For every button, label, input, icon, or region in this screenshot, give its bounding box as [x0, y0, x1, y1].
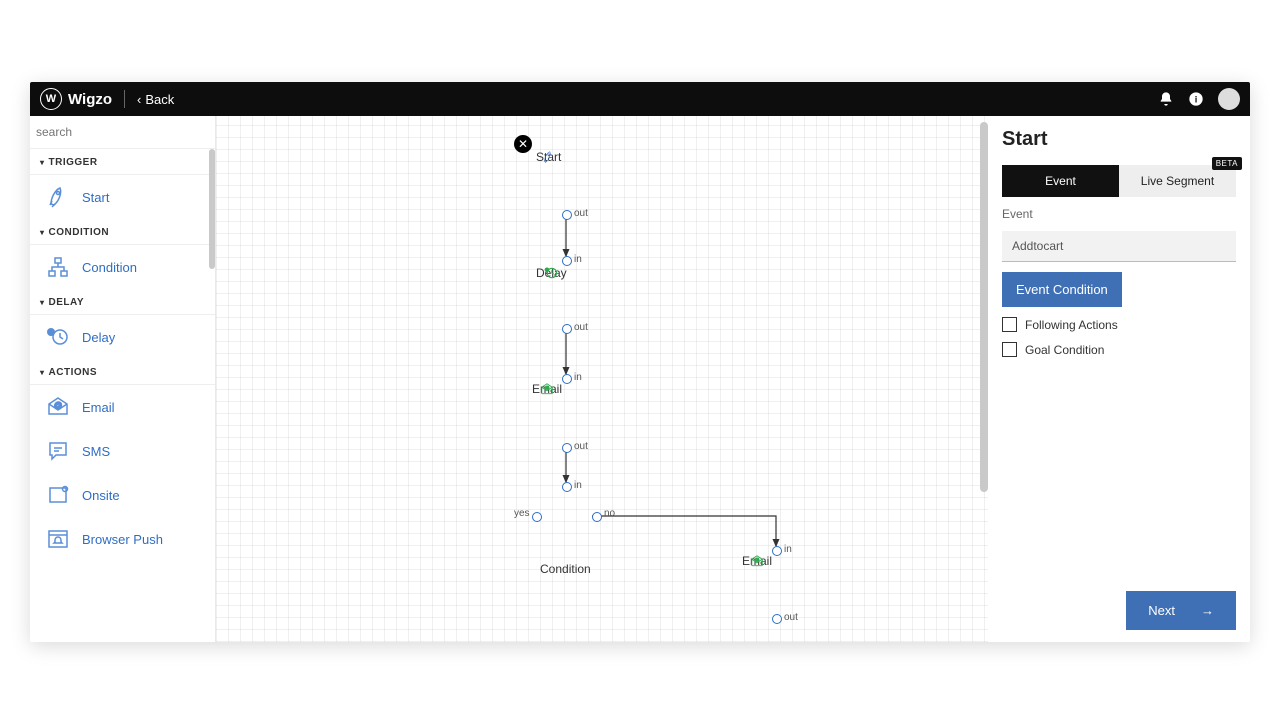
clock-alert-icon: !: [46, 325, 70, 349]
palette-onsite-label: Onsite: [82, 488, 120, 503]
following-actions-checkbox[interactable]: Following Actions: [1002, 317, 1236, 332]
next-label: Next: [1148, 603, 1175, 618]
canvas-close-button[interactable]: ✕: [514, 135, 532, 153]
palette-sms-label: SMS: [82, 444, 110, 459]
port-delay-in-label: in: [574, 254, 582, 265]
section-condition[interactable]: CONDITION: [30, 219, 215, 245]
panel-title: Start: [1002, 128, 1236, 151]
sms-icon: [46, 439, 70, 463]
svg-text:i: i: [1195, 94, 1198, 104]
port-condition-yes-label: yes: [514, 508, 530, 519]
arrow-right-icon: →: [1201, 603, 1214, 618]
properties-panel: Start Event Live Segment BETA Event Addt…: [988, 116, 1250, 642]
bell-icon: [1158, 91, 1174, 107]
port-delay-out-label: out: [574, 322, 588, 333]
port-delay-out[interactable]: [562, 324, 572, 334]
chevron-left-icon: ‹: [137, 92, 141, 107]
info-button[interactable]: i: [1188, 91, 1204, 107]
palette-delay[interactable]: ! Delay: [30, 315, 215, 359]
node-delay-label: Delay: [536, 266, 567, 280]
search-input[interactable]: [30, 116, 215, 149]
palette-sidebar: TRIGGER Start CONDITION Condition: [30, 116, 216, 642]
avatar[interactable]: [1218, 88, 1240, 110]
checkbox-icon: [1002, 342, 1017, 357]
palette-condition[interactable]: Condition: [30, 245, 215, 289]
port-condition-no-label: no: [604, 508, 615, 519]
next-button[interactable]: Next →: [1126, 591, 1236, 630]
node-start-label: Start: [536, 150, 561, 164]
panel-tabs: Event Live Segment BETA: [1002, 165, 1236, 197]
info-icon: i: [1188, 91, 1204, 107]
port-email1-in[interactable]: [562, 374, 572, 384]
port-email1-in-label: in: [574, 372, 582, 383]
node-start[interactable]: Start: [536, 150, 561, 164]
port-email1-out-label: out: [574, 441, 588, 452]
port-email2-out[interactable]: [772, 614, 782, 624]
tab-live-segment-label: Live Segment: [1141, 174, 1214, 188]
palette-browser-push-label: Browser Push: [82, 532, 163, 547]
port-email2-out-label: out: [784, 612, 798, 623]
node-email2-label: Email: [742, 554, 772, 568]
canvas-scrollbar[interactable]: [980, 122, 988, 492]
svg-text:@: @: [54, 401, 62, 410]
palette-start[interactable]: Start: [30, 175, 215, 219]
browser-push-icon: [46, 527, 70, 551]
flow-edges: [216, 116, 988, 642]
port-start-out-label: out: [574, 208, 588, 219]
palette-browser-push[interactable]: Browser Push: [30, 517, 215, 561]
onsite-icon: [46, 483, 70, 507]
node-delay[interactable]: ! Delay: [536, 266, 567, 280]
section-actions[interactable]: ACTIONS: [30, 359, 215, 385]
following-actions-label: Following Actions: [1025, 318, 1118, 332]
back-label: Back: [145, 92, 174, 107]
port-condition-in-label: in: [574, 480, 582, 491]
email-icon: @: [46, 395, 70, 419]
brand-icon: W: [40, 88, 62, 110]
palette-onsite[interactable]: Onsite: [30, 473, 215, 517]
palette-sms[interactable]: SMS: [30, 429, 215, 473]
palette-delay-label: Delay: [82, 330, 115, 345]
brand-label: Wigzo: [68, 91, 112, 108]
palette-email[interactable]: @ Email: [30, 385, 215, 429]
node-condition-label: Condition: [540, 562, 591, 576]
goal-condition-checkbox[interactable]: Goal Condition: [1002, 342, 1236, 357]
event-field-label: Event: [1002, 207, 1236, 221]
port-email1-out[interactable]: [562, 443, 572, 453]
brand: W Wigzo: [40, 88, 112, 110]
port-condition-no[interactable]: [592, 512, 602, 522]
port-email2-in-label: in: [784, 544, 792, 555]
port-email2-in[interactable]: [772, 546, 782, 556]
topbar: W Wigzo ‹ Back i: [30, 82, 1250, 116]
checkbox-icon: [1002, 317, 1017, 332]
palette-start-label: Start: [82, 190, 109, 205]
notifications-button[interactable]: [1158, 91, 1174, 107]
port-delay-in[interactable]: [562, 256, 572, 266]
port-condition-yes[interactable]: [532, 512, 542, 522]
node-email1-label: Email: [532, 382, 562, 396]
beta-badge: BETA: [1212, 157, 1242, 170]
node-email-2[interactable]: @ Email: [742, 554, 772, 568]
topbar-separator: [124, 90, 125, 108]
section-delay[interactable]: DELAY: [30, 289, 215, 315]
flow-canvas[interactable]: ✕ Start out in: [216, 116, 988, 642]
branch-icon: [46, 255, 70, 279]
palette-email-label: Email: [82, 400, 115, 415]
goal-condition-label: Goal Condition: [1025, 343, 1104, 357]
event-select[interactable]: Addtocart: [1002, 231, 1236, 262]
svg-text:!: !: [50, 330, 52, 337]
tab-live-segment[interactable]: Live Segment BETA: [1119, 165, 1236, 197]
section-trigger[interactable]: TRIGGER: [30, 149, 215, 175]
back-button[interactable]: ‹ Back: [137, 92, 174, 107]
rocket-icon: [46, 185, 70, 209]
port-start-out[interactable]: [562, 210, 572, 220]
port-condition-in[interactable]: [562, 482, 572, 492]
tab-event[interactable]: Event: [1002, 165, 1119, 197]
node-email-1[interactable]: @ Email: [532, 382, 562, 396]
event-condition-button[interactable]: Event Condition: [1002, 272, 1122, 307]
palette-condition-label: Condition: [82, 260, 137, 275]
